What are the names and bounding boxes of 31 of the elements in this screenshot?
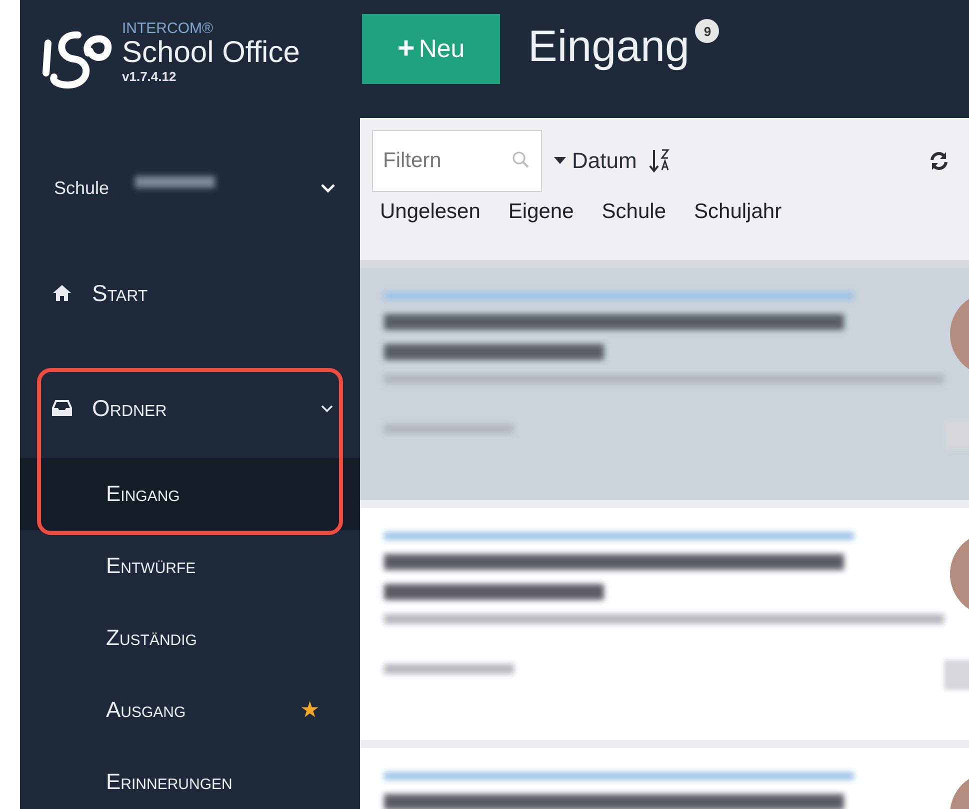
nav-item[interactable]: Start xyxy=(20,258,360,328)
nav-subitem[interactable]: Erinnerungen xyxy=(20,746,360,809)
nav-item[interactable]: Ordner xyxy=(20,373,360,443)
quick-filter[interactable]: Ungelesen xyxy=(372,194,488,230)
nav-subitem[interactable]: Zuständig xyxy=(20,602,360,674)
nav-subitem[interactable]: Ausgang ★ xyxy=(20,674,360,746)
inbox-icon xyxy=(52,400,72,416)
search-icon xyxy=(512,151,530,169)
school-label: Schule xyxy=(54,178,110,198)
star-icon: ★ xyxy=(300,697,320,723)
sort-order-icon[interactable] xyxy=(648,148,671,174)
brand-name: INTERCOM® xyxy=(122,20,214,38)
message-item[interactable] xyxy=(360,508,969,748)
refresh-icon[interactable] xyxy=(929,151,949,171)
nav-subitem[interactable]: Eingang xyxy=(20,458,360,530)
sort-dropdown[interactable]: Datum xyxy=(554,148,637,174)
version-label: v1.7.4.12 xyxy=(122,68,178,84)
page-title: Eingang xyxy=(528,22,690,72)
quick-filter[interactable]: Schuljahr xyxy=(686,194,790,230)
filter-field[interactable]: Filtern xyxy=(372,130,542,192)
chevron-icon xyxy=(320,404,334,412)
caret-icon xyxy=(554,157,566,165)
quick-filter[interactable]: Schule xyxy=(594,194,674,230)
app-name: School Office xyxy=(122,37,300,69)
school-selector[interactable]: Schule xyxy=(20,114,360,206)
count-badge: 9 xyxy=(695,19,720,43)
home-icon xyxy=(52,284,72,302)
message-item[interactable] xyxy=(360,268,969,508)
nav-subitem[interactable]: Entwürfe xyxy=(20,530,360,602)
quick-filter[interactable]: Eigene xyxy=(500,194,582,230)
chevron-down-icon xyxy=(320,183,336,193)
